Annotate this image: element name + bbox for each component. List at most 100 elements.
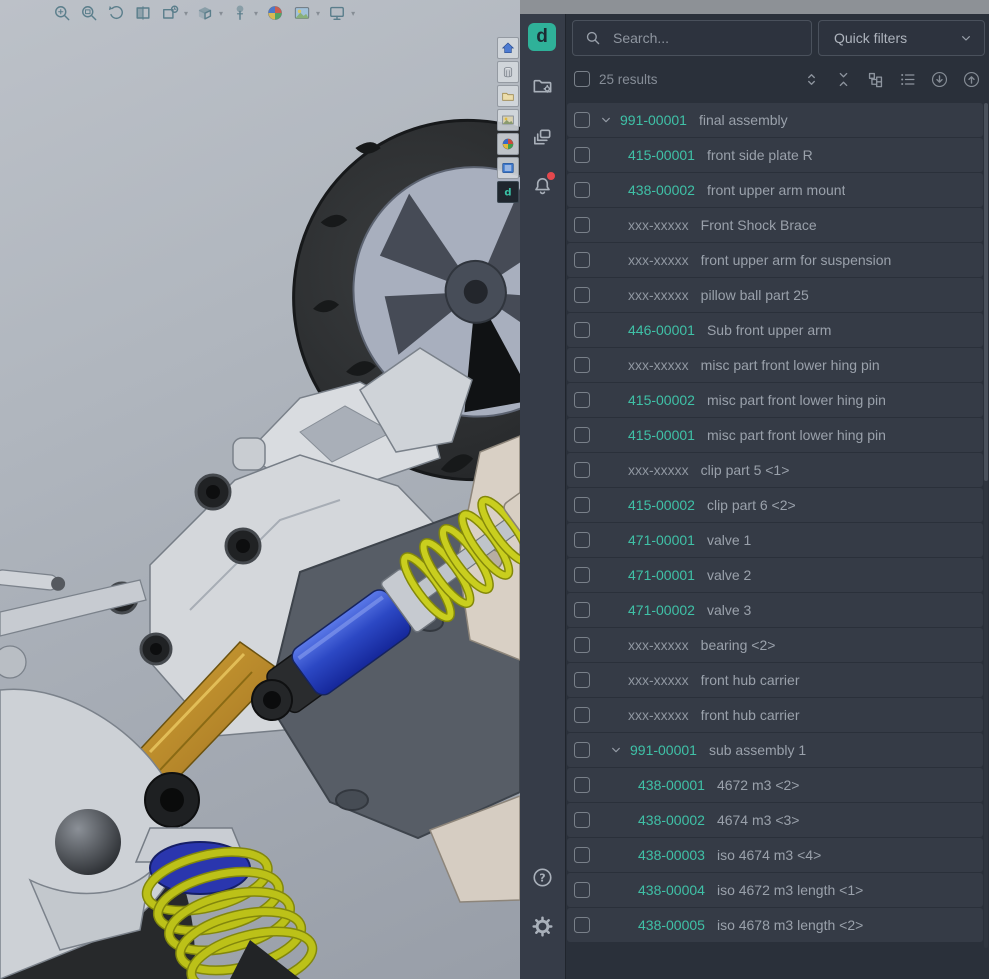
row-checkbox[interactable] — [574, 847, 590, 863]
table-row[interactable]: 438-00002front upper arm mount — [567, 173, 983, 207]
row-checkbox[interactable] — [574, 112, 590, 128]
table-row[interactable]: 438-00004iso 4672 m3 length <1> — [567, 873, 983, 907]
table-row[interactable]: xxx-xxxxxfront hub carrier — [567, 698, 983, 732]
instances-icon[interactable] — [531, 125, 554, 148]
part-number-link[interactable]: 446-00001 — [628, 322, 695, 338]
collapse-all-icon[interactable] — [834, 70, 853, 89]
row-checkbox[interactable] — [574, 812, 590, 828]
row-checkbox[interactable] — [574, 462, 590, 478]
row-checkbox[interactable] — [574, 777, 590, 793]
row-checkbox[interactable] — [574, 497, 590, 513]
file-explorer-tab[interactable] — [497, 85, 519, 107]
dropdown-caret-icon[interactable]: ▾ — [219, 9, 223, 18]
row-checkbox[interactable] — [574, 637, 590, 653]
part-number-link[interactable]: 438-00005 — [638, 917, 705, 933]
row-checkbox[interactable] — [574, 287, 590, 303]
row-checkbox[interactable] — [574, 882, 590, 898]
part-number-link[interactable]: 438-00001 — [638, 777, 705, 793]
row-checkbox[interactable] — [574, 147, 590, 163]
table-row[interactable]: 991-00001sub assembly 1 — [567, 733, 983, 767]
zoom-fit-icon[interactable] — [52, 3, 72, 23]
row-checkbox[interactable] — [574, 742, 590, 758]
table-row[interactable]: 438-000014672 m3 <2> — [567, 768, 983, 802]
view-settings-icon[interactable] — [327, 3, 347, 23]
section-view-icon[interactable] — [133, 3, 153, 23]
part-number-link[interactable]: 415-00002 — [628, 392, 695, 408]
row-checkbox[interactable] — [574, 357, 590, 373]
table-row[interactable]: 415-00002clip part 6 <2> — [567, 488, 983, 522]
table-row[interactable]: 415-00001misc part front lower hing pin — [567, 418, 983, 452]
table-row[interactable]: xxx-xxxxxFront Shock Brace — [567, 208, 983, 242]
table-row[interactable]: 415-00002misc part front lower hing pin — [567, 383, 983, 417]
view-palette-tab[interactable] — [497, 109, 519, 131]
row-checkbox[interactable] — [574, 182, 590, 198]
part-number-link[interactable]: 471-00001 — [628, 567, 695, 583]
dropdown-caret-icon[interactable]: ▾ — [316, 9, 320, 18]
design-library-tab[interactable] — [497, 61, 519, 83]
chevron-down-icon[interactable] — [608, 742, 624, 758]
appearances-tab[interactable] — [497, 133, 519, 155]
table-row[interactable]: 446-00001Sub front upper arm — [567, 313, 983, 347]
dropdown-caret-icon[interactable]: ▾ — [351, 9, 355, 18]
download-icon[interactable] — [930, 70, 949, 89]
table-row[interactable]: xxx-xxxxxfront hub carrier — [567, 663, 983, 697]
row-checkbox[interactable] — [574, 567, 590, 583]
table-row[interactable]: 438-00003iso 4674 m3 <4> — [567, 838, 983, 872]
settings-icon[interactable] — [531, 915, 554, 938]
table-row[interactable]: 471-00002valve 3 — [567, 593, 983, 627]
table-row[interactable]: 471-00001valve 2 — [567, 558, 983, 592]
table-row[interactable]: xxx-xxxxxfront upper arm for suspension — [567, 243, 983, 277]
table-row[interactable]: xxx-xxxxxclip part 5 <1> — [567, 453, 983, 487]
row-checkbox[interactable] — [574, 917, 590, 933]
row-checkbox[interactable] — [574, 217, 590, 233]
part-number-link[interactable]: 415-00001 — [628, 147, 695, 163]
select-all-checkbox[interactable] — [574, 71, 590, 87]
cad-viewport[interactable]: ▾ ▾ ▾ ▾ ▾ d — [0, 0, 520, 979]
dynamic-reference-icon[interactable] — [160, 3, 180, 23]
table-row[interactable]: 438-00005iso 4678 m3 length <2> — [567, 908, 983, 942]
row-checkbox[interactable] — [574, 672, 590, 688]
part-number-link[interactable]: 991-00001 — [630, 742, 697, 758]
part-number-link[interactable]: 415-00002 — [628, 497, 695, 513]
upload-icon[interactable] — [962, 70, 981, 89]
sort-icon[interactable] — [802, 70, 821, 89]
table-row[interactable]: 471-00001valve 1 — [567, 523, 983, 557]
part-number-link[interactable]: 438-00002 — [638, 812, 705, 828]
previous-view-icon[interactable] — [106, 3, 126, 23]
list-view-icon[interactable] — [898, 70, 917, 89]
notifications-icon[interactable] — [531, 174, 554, 197]
part-number-link[interactable]: 438-00003 — [638, 847, 705, 863]
row-checkbox[interactable] — [574, 322, 590, 338]
part-number-link[interactable]: 471-00001 — [628, 532, 695, 548]
home-tab[interactable] — [497, 37, 519, 59]
table-row[interactable]: xxx-xxxxxbearing <2> — [567, 628, 983, 662]
apply-scene-icon[interactable] — [292, 3, 312, 23]
search-field[interactable] — [611, 29, 811, 47]
zoom-area-icon[interactable] — [79, 3, 99, 23]
row-checkbox[interactable] — [574, 707, 590, 723]
row-checkbox[interactable] — [574, 392, 590, 408]
dropdown-caret-icon[interactable]: ▾ — [254, 9, 258, 18]
table-row[interactable]: xxx-xxxxxmisc part front lower hing pin — [567, 348, 983, 382]
help-icon[interactable]: ? — [531, 866, 554, 889]
part-number-link[interactable]: 415-00001 — [628, 427, 695, 443]
edit-appearance-icon[interactable] — [265, 3, 285, 23]
quick-filters-dropdown[interactable]: Quick filters — [818, 20, 985, 56]
part-number-link[interactable]: 438-00002 — [628, 182, 695, 198]
row-checkbox[interactable] — [574, 252, 590, 268]
row-checkbox[interactable] — [574, 602, 590, 618]
pin-view-icon[interactable] — [230, 3, 250, 23]
table-row[interactable]: 415-00001front side plate R — [567, 138, 983, 172]
part-number-link[interactable]: 438-00004 — [638, 882, 705, 898]
table-row[interactable]: xxx-xxxxxpillow ball part 25 — [567, 278, 983, 312]
dropdown-caret-icon[interactable]: ▾ — [184, 9, 188, 18]
view-orientation-icon[interactable] — [195, 3, 215, 23]
custom-properties-tab[interactable] — [497, 157, 519, 179]
row-checkbox[interactable] — [574, 532, 590, 548]
part-number-link[interactable]: 471-00002 — [628, 602, 695, 618]
duro-logo[interactable]: d — [528, 23, 556, 51]
hierarchy-view-icon[interactable] — [866, 70, 885, 89]
duro-addin-tab-tab[interactable]: d — [497, 181, 519, 203]
table-row[interactable]: 438-000024674 m3 <3> — [567, 803, 983, 837]
chevron-down-icon[interactable] — [598, 112, 614, 128]
